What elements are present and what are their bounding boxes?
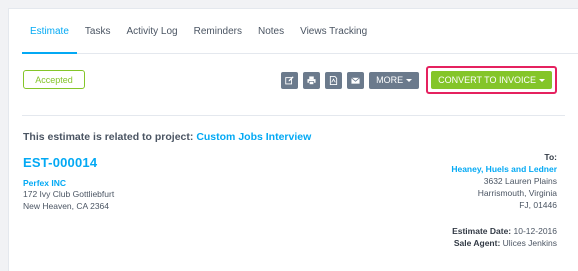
estimate-date-label: Estimate Date: xyxy=(452,226,512,236)
project-relation: This estimate is related to project: Cus… xyxy=(23,131,311,143)
client-city-state: Harrismouth, Virginia xyxy=(477,188,557,198)
estimate-date-value: 10-12-2016 xyxy=(513,226,557,236)
pdf-button[interactable] xyxy=(325,71,343,89)
more-label: MORE xyxy=(376,75,404,85)
company-link[interactable]: Perfex INC xyxy=(23,178,66,188)
edit-button[interactable] xyxy=(281,71,299,89)
company-address-line1: 172 Ivy Club Gottliebfurt xyxy=(23,189,115,199)
estimate-panel: Estimate Tasks Activity Log Reminders No… xyxy=(8,8,578,271)
client-zip: FJ, 01446 xyxy=(519,200,557,210)
estimate-meta: Estimate Date: 10-12-2016 Sale Agent: Ul… xyxy=(452,225,557,249)
estimate-number: EST-000014 xyxy=(23,155,98,170)
client-link[interactable]: Heaney, Huels and Ledner xyxy=(451,163,557,175)
tab-activity-log[interactable]: Activity Log xyxy=(118,9,185,53)
action-toolbar: MORE CONVERT TO INVOICE xyxy=(276,66,557,94)
tab-notes[interactable]: Notes xyxy=(250,9,292,53)
tab-bar: Estimate Tasks Activity Log Reminders No… xyxy=(22,9,578,54)
caret-down-icon xyxy=(406,78,413,82)
print-button[interactable] xyxy=(303,71,321,89)
project-link[interactable]: Custom Jobs Interview xyxy=(196,131,311,143)
edit-icon xyxy=(285,75,294,84)
email-icon xyxy=(351,76,360,84)
sale-agent-value: Ulices Jenkins xyxy=(502,238,557,248)
sale-agent-row: Sale Agent: Ulices Jenkins xyxy=(452,237,557,249)
status-badge: Accepted xyxy=(23,70,85,89)
tab-reminders[interactable]: Reminders xyxy=(186,9,250,53)
company-address-line2: New Heaven, CA 2364 xyxy=(23,201,109,211)
convert-to-invoice-button[interactable]: CONVERT TO INVOICE xyxy=(431,71,552,89)
caret-down-icon xyxy=(539,78,545,82)
convert-label: CONVERT TO INVOICE xyxy=(438,75,536,85)
email-button[interactable] xyxy=(347,71,365,89)
tab-views-tracking[interactable]: Views Tracking xyxy=(292,9,375,53)
divider xyxy=(22,115,565,116)
tab-tasks[interactable]: Tasks xyxy=(77,9,119,53)
print-icon xyxy=(307,75,316,85)
more-dropdown-button[interactable]: MORE xyxy=(369,71,420,89)
estimate-date-row: Estimate Date: 10-12-2016 xyxy=(452,225,557,237)
bill-to-block: To: Heaney, Huels and Ledner 3632 Lauren… xyxy=(451,151,557,211)
sale-agent-label: Sale Agent: xyxy=(453,238,501,248)
to-label: To: xyxy=(544,152,557,162)
tab-estimate[interactable]: Estimate xyxy=(22,9,77,54)
project-prefix: This estimate is related to project: xyxy=(23,131,194,143)
client-street: 3632 Lauren Plains xyxy=(483,176,557,186)
pdf-icon xyxy=(330,75,338,85)
convert-highlight: CONVERT TO INVOICE xyxy=(426,66,557,94)
